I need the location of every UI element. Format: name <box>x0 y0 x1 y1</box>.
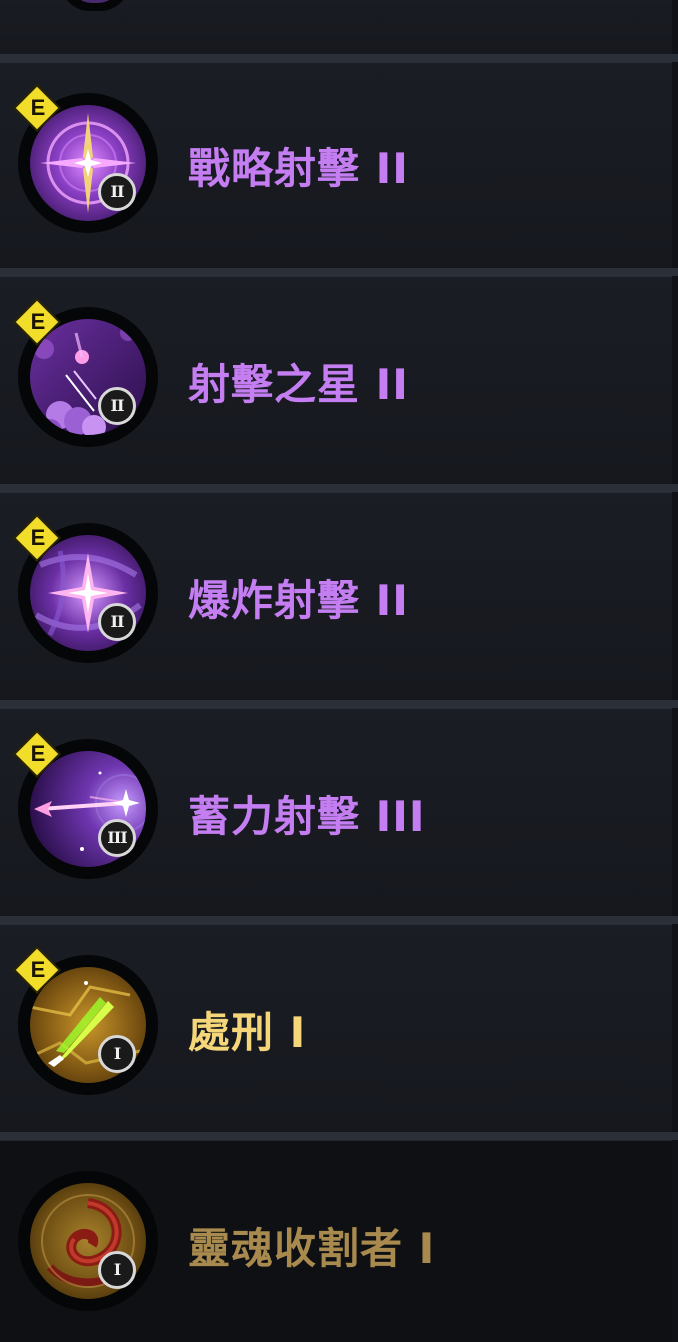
skill-row[interactable]: I 靈魂收割者 I <box>0 1140 672 1342</box>
skill-icon-frame: II E <box>15 516 158 663</box>
equipped-badge: E <box>15 86 60 131</box>
rank-badge: II <box>98 387 136 425</box>
skill-name: 處刑 I <box>188 1008 307 1057</box>
skill-list: II E 戰略射擊 II II E 射擊之星 II II E 爆炸射擊 II I… <box>0 0 678 1342</box>
rank-badge: I <box>98 1035 136 1073</box>
skill-icon-frame: II E <box>15 300 158 447</box>
skill-icon-frame: II E <box>15 86 158 233</box>
row-divider <box>0 700 678 708</box>
skill-row[interactable]: II E 戰略射擊 II <box>0 62 672 269</box>
skill-name: 爆炸射擊 II <box>188 576 409 625</box>
rank-badge: II <box>98 603 136 641</box>
skill-row-partial[interactable] <box>0 0 672 55</box>
rank-badge: I <box>98 1251 136 1289</box>
skill-row[interactable]: II E 射擊之星 II <box>0 276 672 485</box>
row-divider <box>0 1132 678 1140</box>
rank-badge: II <box>98 173 136 211</box>
skill-row[interactable]: II E 爆炸射擊 II <box>0 492 672 701</box>
skill-name: 射擊之星 II <box>188 360 409 409</box>
skill-icon-frame: I <box>18 1171 158 1311</box>
row-divider <box>0 484 678 492</box>
skill-name: 戰略射擊 II <box>188 144 409 193</box>
skill-row[interactable]: I E 處刑 I <box>0 924 672 1133</box>
skill-icon-partial <box>60 0 130 11</box>
skill-row[interactable]: III E 蓄力射擊 III <box>0 708 672 917</box>
row-divider <box>0 268 678 276</box>
equipped-badge: E <box>15 300 60 345</box>
skill-name: 靈魂收割者 I <box>188 1224 436 1273</box>
equipped-badge: E <box>15 516 60 561</box>
row-divider <box>0 916 678 924</box>
rank-badge: III <box>98 819 136 857</box>
skill-icon-frame: III E <box>15 732 158 879</box>
equipped-badge: E <box>15 732 60 777</box>
equipped-badge: E <box>15 948 60 993</box>
skill-icon-frame: I E <box>15 948 158 1095</box>
row-divider <box>0 54 678 62</box>
skill-name: 蓄力射擊 III <box>188 792 426 841</box>
